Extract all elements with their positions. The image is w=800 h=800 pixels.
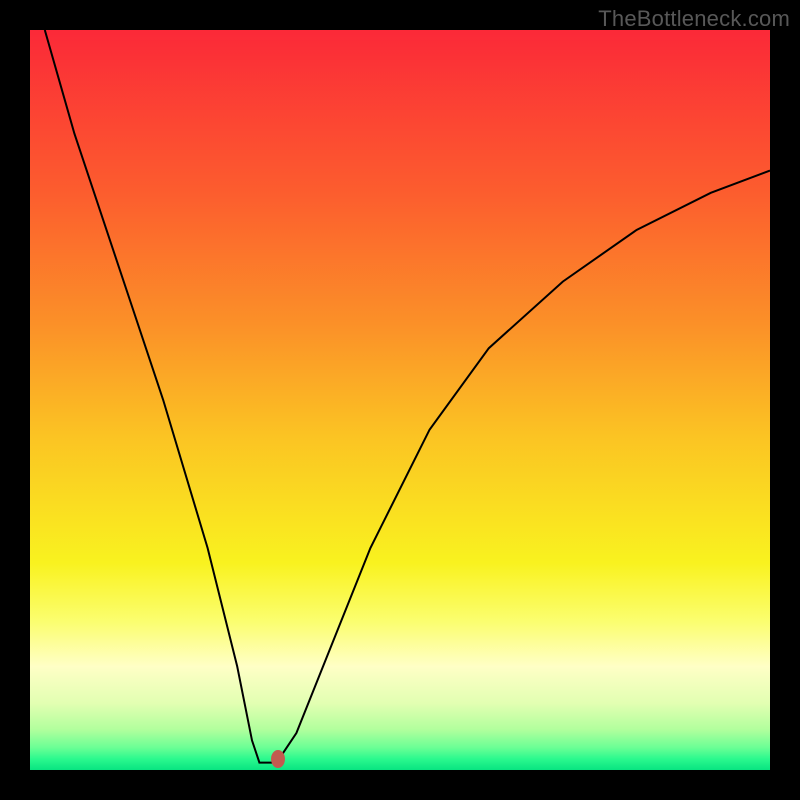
watermark-text: TheBottleneck.com: [598, 6, 790, 32]
optimum-marker: [271, 750, 285, 768]
bottleneck-curve: [30, 30, 770, 770]
chart-frame: TheBottleneck.com: [0, 0, 800, 800]
plot-area: [30, 30, 770, 770]
